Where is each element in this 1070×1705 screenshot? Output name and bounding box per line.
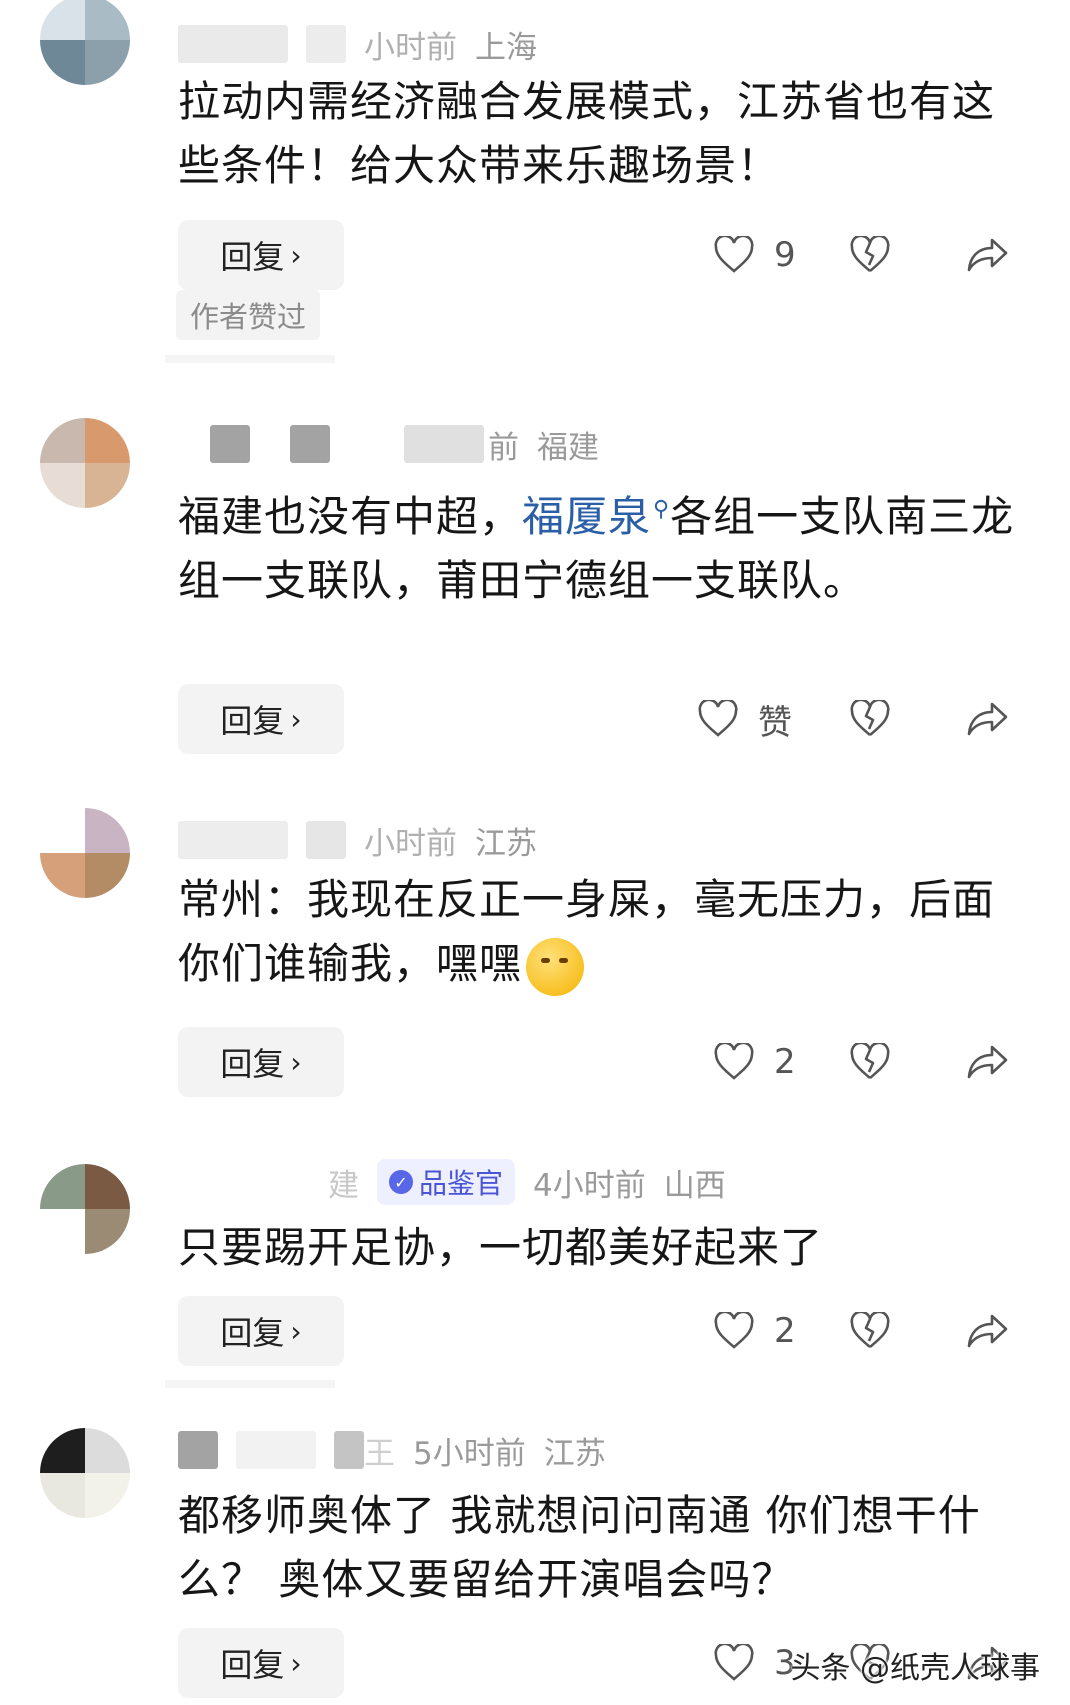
broken-heart-icon[interactable] [850, 236, 890, 274]
like-button[interactable]: 2 [714, 1027, 796, 1097]
reply-label: 回复 [220, 1646, 285, 1684]
chevron-right-icon: › [290, 238, 302, 272]
broken-heart-icon[interactable] [850, 1043, 890, 1081]
broken-heart-icon[interactable] [850, 1312, 890, 1350]
check-badge-icon: ✓ [389, 1170, 413, 1194]
blurred-username [210, 425, 250, 463]
comment-location: 福建 [537, 429, 599, 466]
reply-button[interactable]: 回复 › [178, 1296, 344, 1366]
like-button[interactable]: 2 [714, 1296, 796, 1366]
divider [165, 355, 335, 363]
heart-icon [714, 236, 754, 273]
blurred-time [306, 25, 346, 63]
comment-location: 江苏 [543, 1435, 606, 1472]
avatar[interactable] [40, 418, 130, 508]
comment-meta: 前 福建 [178, 422, 599, 466]
share-icon[interactable] [966, 700, 1010, 738]
heart-icon [714, 1644, 754, 1681]
comment-time: 小时前 [364, 29, 457, 66]
comment-time: 4小时前 [533, 1167, 646, 1204]
comment-text: 只要踢开足协，一切都美好起来了 [178, 1223, 824, 1272]
like-button[interactable]: 3 [714, 1628, 796, 1698]
heart-icon [714, 1312, 754, 1349]
badge-label: 品鉴官 [419, 1167, 504, 1200]
blurred-time [404, 425, 484, 463]
blurred-username [236, 1431, 316, 1469]
like-count: 赞 [758, 702, 792, 743]
reply-label: 回复 [220, 1314, 285, 1352]
comment-actions: 2 [690, 1296, 1030, 1366]
blurred-username [334, 1431, 364, 1469]
comment-actions: 9 [690, 220, 1030, 290]
share-icon[interactable] [966, 1312, 1010, 1350]
comment-location: 江苏 [475, 825, 537, 862]
avatar[interactable] [40, 808, 130, 898]
blurred-time [306, 821, 346, 859]
chevron-right-icon: › [290, 702, 302, 736]
comment-actions: 2 [690, 1027, 1030, 1097]
like-button[interactable]: 9 [714, 220, 796, 290]
heart-icon [698, 700, 738, 737]
smirk-emoji-icon [526, 937, 585, 996]
chevron-right-icon: › [290, 1646, 302, 1680]
username-partial[interactable]: 建 [328, 1160, 359, 1205]
comment-time: 5小时前 [413, 1435, 526, 1472]
reply-label: 回复 [220, 702, 285, 740]
comment-text: 福建也没有中超，福厦泉⚲各组一支队南三龙组一支联队，莆田宁德组一支联队。 [178, 478, 1028, 613]
reply-label: 回复 [220, 1045, 285, 1083]
avatar[interactable] [40, 0, 130, 85]
watermark: 头条 @纸壳人球事 [790, 1651, 1040, 1686]
share-icon[interactable] [966, 1043, 1010, 1081]
search-icon[interactable]: ⚲ [653, 497, 670, 522]
topic-link[interactable]: 福厦泉 [522, 492, 651, 541]
comment-meta: 小时前 上海 [178, 22, 537, 66]
reply-button[interactable]: 回复 › [178, 220, 344, 290]
like-count: 9 [774, 235, 796, 275]
like-count: 2 [774, 1042, 796, 1082]
reply-button[interactable]: 回复 › [178, 1628, 344, 1698]
chevron-right-icon: › [290, 1314, 302, 1348]
comment-text-body: 常州：我现在反正一身屎，毫无压力，后面你们谁输我，嘿嘿 [178, 875, 996, 988]
blurred-username [178, 25, 288, 63]
blurred-username [290, 425, 330, 463]
comment-text: 常州：我现在反正一身屎，毫无压力，后面你们谁输我，嘿嘿 [178, 868, 1028, 996]
reply-button[interactable]: 回复 › [178, 1027, 344, 1097]
comment-meta: 小时前 江苏 [178, 818, 537, 862]
comment-text-start: 福建也没有中超， [178, 492, 523, 541]
comment-location: 山西 [663, 1167, 726, 1204]
heart-icon [714, 1043, 754, 1080]
divider [165, 1380, 335, 1388]
broken-heart-icon[interactable] [850, 700, 890, 738]
blurred-username [178, 1163, 328, 1201]
comment-actions: 赞 [690, 684, 1030, 754]
reply-label: 回复 [220, 238, 285, 276]
avatar[interactable] [40, 1428, 130, 1518]
comment-text: 都移师奥体了 我就想问问南通 你们想干什么？ 奥体又要留给开演唱会吗？ [178, 1491, 981, 1604]
username-partial[interactable]: 王 [364, 1428, 395, 1473]
comment-location: 上海 [475, 29, 537, 66]
blurred-username [178, 821, 288, 859]
blurred-username [178, 1431, 218, 1469]
like-count: 2 [774, 1311, 796, 1351]
comment-text: 拉动内需经济融合发展模式，江苏省也有这些条件！给大众带来乐趣场景！ [178, 77, 996, 190]
comment-meta: 王 5小时前 江苏 [178, 1428, 606, 1472]
reviewer-badge[interactable]: ✓ 品鉴官 [377, 1159, 516, 1205]
reply-button[interactable]: 回复 › [178, 684, 344, 754]
comment-meta: 建 ✓ 品鉴官 4小时前 山西 [178, 1159, 726, 1205]
author-liked-tag: 作者赞过 [176, 290, 321, 340]
avatar[interactable] [40, 1164, 130, 1254]
comment-time: 前 [488, 429, 519, 466]
share-icon[interactable] [966, 236, 1010, 274]
chevron-right-icon: › [290, 1045, 302, 1079]
comment-time: 小时前 [364, 825, 457, 862]
like-button[interactable]: 赞 [698, 684, 792, 754]
